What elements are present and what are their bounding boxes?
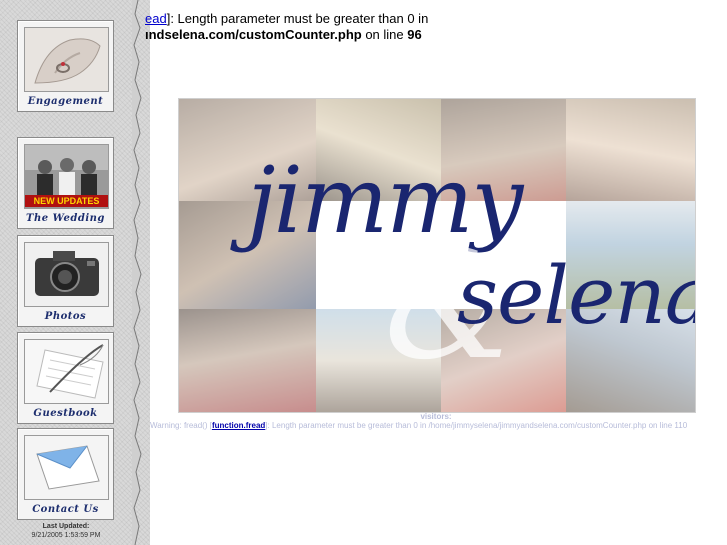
nav-contact-us-label: Contact Us [32,504,99,515]
nav-photos[interactable]: Photos [17,235,114,327]
nav-contact-us[interactable]: Contact Us [17,428,114,520]
nav-engagement-label: Engagement [27,96,104,107]
visitors-label: visitors: [420,412,452,421]
nav-photos-label: Photos [44,311,87,322]
new-updates-badge: NEW UPDATES [25,195,108,207]
camera-icon [24,242,109,307]
envelope-icon [24,435,109,500]
wedding-photo-icon: NEW UPDATES [24,144,109,209]
nav-guestbook[interactable]: Guestbook [17,332,114,424]
function-fread-link[interactable]: function.fread [212,421,265,430]
torn-paper-edge [132,0,142,545]
last-updated: Last Updated: 9/21/2005 1:53:59 PM [0,522,132,540]
error-fread-link[interactable]: ead [145,11,167,26]
footer-php-warning: Warning: fread() [function.fread]: Lengt… [150,421,687,430]
photo-collage-banner: jimmy & selena [178,98,696,413]
banner-name-selena: selena [457,249,696,342]
footer-warn-prefix: Warning: fread() [ [150,421,212,430]
nav-the-wedding-label: The Wedding [26,213,105,224]
nav-engagement[interactable]: Engagement [17,20,114,112]
php-error-line-2: ındselena.com/customCounter.php on line … [145,27,422,42]
error-line-1-text: ]: Length parameter must be greater than… [166,11,429,26]
ring-hand-icon [24,27,109,92]
php-error-line-1: ead]: Length parameter must be greater t… [145,11,428,26]
error-line-number: 96 [407,27,422,42]
error-path: ındselena.com/customCounter.php [145,27,362,42]
error-on-line: on line [361,27,408,42]
sidebar: Engagement NEW UPDATES The Wedding Photo… [0,0,150,545]
quill-pen-icon [24,339,109,404]
nav-the-wedding[interactable]: NEW UPDATES The Wedding [17,137,114,229]
last-updated-value: 9/21/2005 1:53:59 PM [31,532,101,539]
nav-guestbook-label: Guestbook [33,408,98,419]
footer-warn-suffix: ]: Length parameter must be greater than… [265,421,688,430]
last-updated-label: Last Updated: [42,523,90,530]
